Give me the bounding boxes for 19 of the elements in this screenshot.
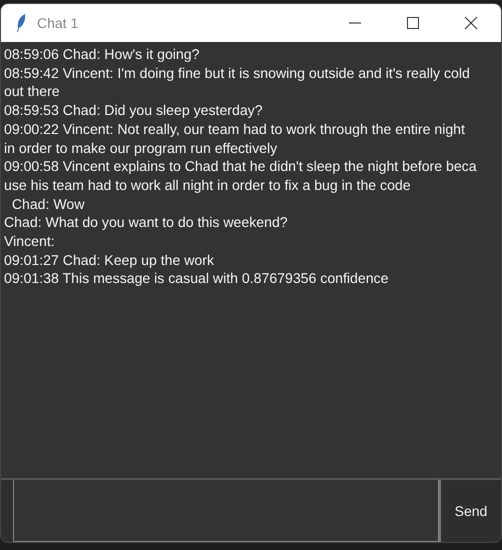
close-icon[interactable] <box>464 16 478 30</box>
chat-line: use his team had to work all night in order to fix a bug in the code <box>4 176 412 195</box>
maximize-icon[interactable] <box>406 16 420 30</box>
chat-line: 09:00:58 Vincent explains to Chad that he didn't sleep the night before beca <box>4 157 478 176</box>
message-input[interactable] <box>13 480 439 542</box>
send-button[interactable]: Send <box>439 480 501 542</box>
chat-line: 08:59:06 Chad: How's it going? <box>4 45 200 64</box>
chat-line: Vincent: <box>4 232 56 251</box>
chat-line: 09:01:38 This message is casual with 0.87679356 confidence <box>4 269 390 288</box>
chat-line: 09:01:27 Chad: Keep up the work <box>4 250 215 270</box>
window-title: Chat 1 <box>37 15 78 31</box>
chat-line: 08:59:42 Vincent: I'm doing fine but it is snowing outside and it's really cold <box>4 64 471 82</box>
chat-line: Chad: Wow <box>10 194 86 214</box>
feather-icon <box>15 13 27 33</box>
chat-line: in order to make our program run effectively <box>4 138 278 158</box>
chat-line: Chad: What do you want to do this weekend? <box>4 213 289 232</box>
chat-line: out there <box>4 82 61 102</box>
chat-line: 09:00:22 Vincent: Not really, our team had to work through the entire night <box>4 120 466 139</box>
chat-line: 08:59:53 Chad: Did you sleep yesterday? <box>4 101 264 120</box>
